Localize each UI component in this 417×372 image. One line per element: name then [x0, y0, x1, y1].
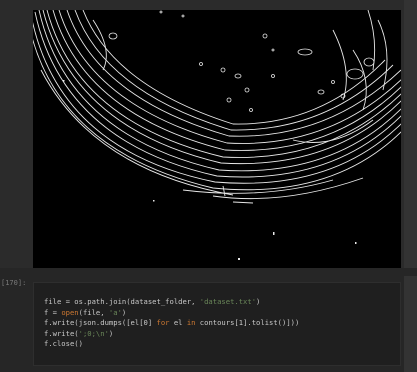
- code-line-5: f.close(): [44, 339, 83, 348]
- code-builtin: open: [61, 307, 79, 317]
- code-line-3: f.write(json.dumps([el[0] for el in cont…: [44, 318, 400, 329]
- code-token: (file,: [78, 307, 109, 317]
- output-area: [0, 0, 417, 268]
- code-token: f.write(: [44, 328, 79, 338]
- code-token: ): [256, 297, 261, 306]
- code-string: ';0;\n': [78, 328, 109, 338]
- code-token: contours[1].tolist()])): [195, 318, 300, 327]
- code-token: f =: [44, 307, 62, 317]
- notebook: [170]: file = os.path.join(dataset_folde…: [0, 0, 417, 372]
- cell-separator: [0, 268, 417, 276]
- code-string: 'a': [108, 307, 122, 317]
- code-token: file = os.path.join(dataset_folder,: [44, 297, 200, 306]
- scroll-edge[interactable]: [404, 0, 417, 372]
- code-line-2: f = open(file, 'a'): [44, 308, 400, 319]
- code-line-4: f.write(';0;\n'): [44, 329, 400, 340]
- code-token: ): [121, 307, 127, 317]
- edge-image-canvas: [33, 10, 401, 260]
- code-token: ): [108, 328, 114, 338]
- output-image: [33, 10, 401, 268]
- code-line-1: file = os.path.join(dataset_folder, 'dat…: [44, 297, 400, 308]
- code-keyword: for: [156, 318, 170, 327]
- cell-prompt: [170]:: [1, 279, 27, 287]
- code-token: el: [169, 318, 187, 327]
- code-string: 'dataset.txt': [199, 297, 257, 306]
- code-cell[interactable]: file = os.path.join(dataset_folder, 'dat…: [33, 282, 401, 366]
- code-token: f.write(json.dumps([el[0]: [44, 318, 157, 327]
